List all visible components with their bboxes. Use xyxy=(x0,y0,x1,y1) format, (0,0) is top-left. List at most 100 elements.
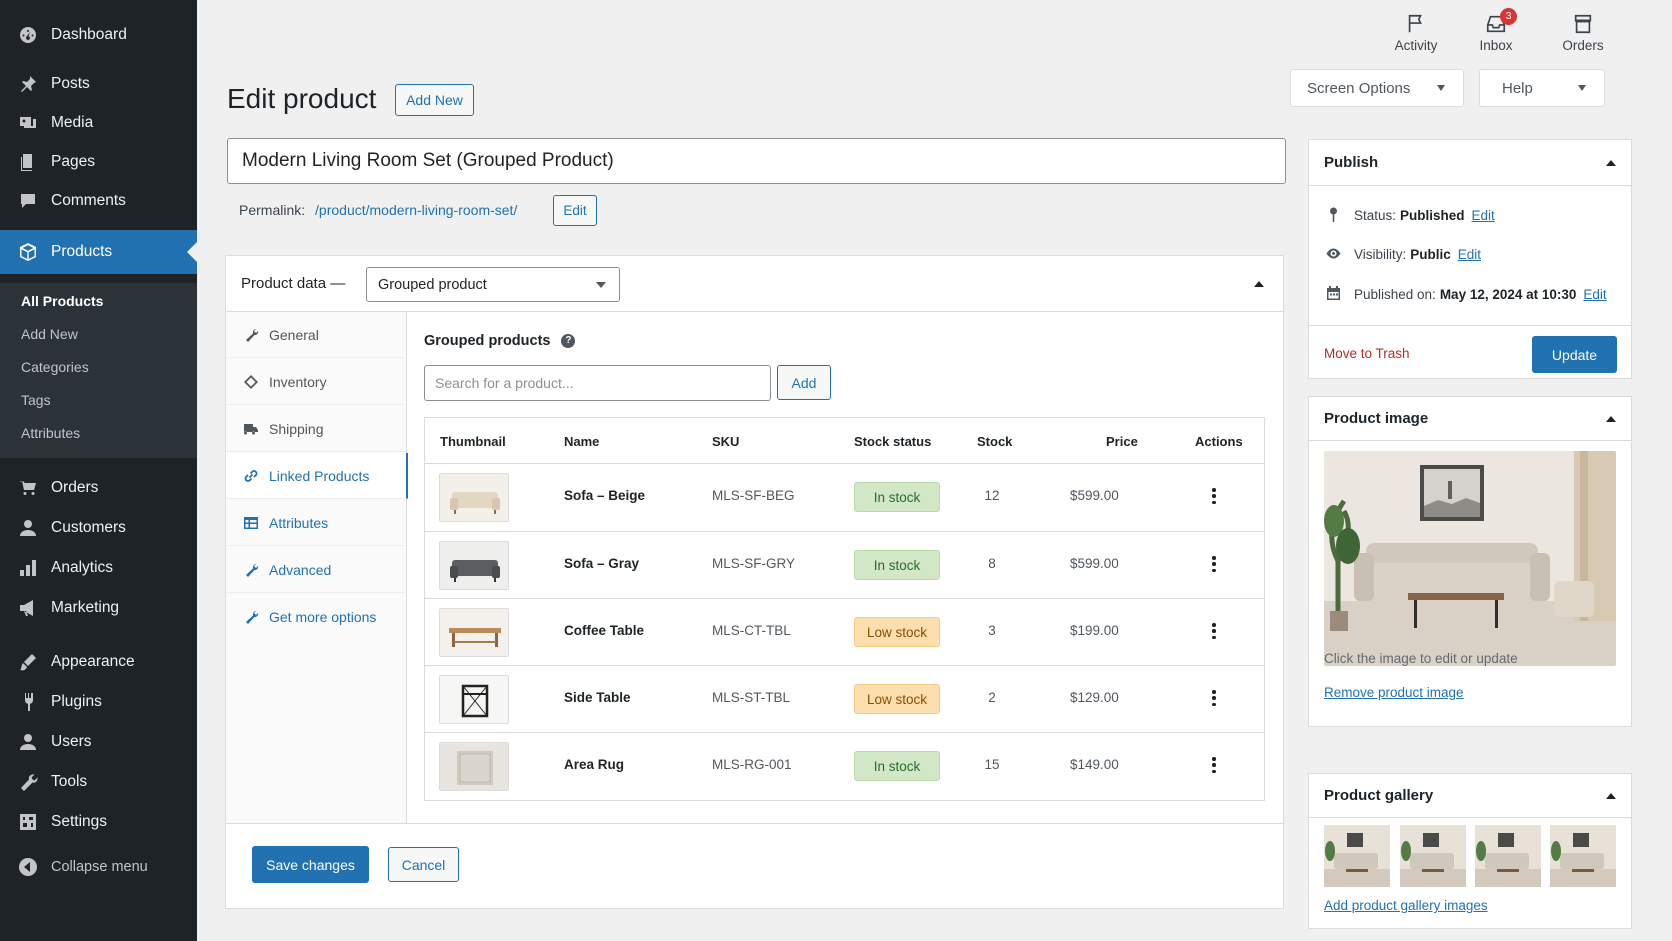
tab-general[interactable]: General xyxy=(226,312,407,358)
menu-dashboard[interactable]: Dashboard xyxy=(0,15,197,55)
tab-inventory[interactable]: Inventory xyxy=(226,359,407,405)
collapse-arrow-icon[interactable] xyxy=(1254,281,1264,287)
gallery-thumbnail[interactable] xyxy=(1475,825,1541,887)
inbox-button[interactable]: 3 Inbox xyxy=(1461,8,1531,53)
tab-advanced[interactable]: Advanced xyxy=(226,547,407,593)
menu-tools[interactable]: Tools xyxy=(0,762,197,802)
status-badge: In stock xyxy=(854,550,940,580)
product-name[interactable]: Sofa – Gray xyxy=(564,556,639,571)
table-row[interactable]: Area Rug MLS-RG-001 In stock 15 $149.00 xyxy=(425,732,1264,799)
menu-users[interactable]: Users xyxy=(0,722,197,762)
tab-attributes[interactable]: Attributes xyxy=(226,500,407,546)
product-data-header: Product data — Grouped product xyxy=(226,256,1283,312)
product-name[interactable]: Sofa – Beige xyxy=(564,488,645,503)
product-name[interactable]: Side Table xyxy=(564,690,631,705)
menu-appearance[interactable]: Appearance xyxy=(0,642,197,682)
help-icon[interactable]: ? xyxy=(561,334,576,348)
cancel-button[interactable]: Cancel xyxy=(388,847,459,882)
menu-label: Pages xyxy=(51,153,95,170)
menu-label: Settings xyxy=(51,813,108,830)
published-label: Published on: xyxy=(1354,286,1436,302)
move-to-trash-link[interactable]: Move to Trash xyxy=(1324,346,1410,361)
more-actions-icon[interactable] xyxy=(1212,623,1216,640)
product-stock: 12 xyxy=(984,488,1000,503)
caret-down-icon xyxy=(1437,85,1445,91)
help-button[interactable]: Help xyxy=(1479,69,1605,107)
menu-customers[interactable]: Customers xyxy=(0,508,197,548)
add-gallery-images-link[interactable]: Add product gallery images xyxy=(1324,898,1488,913)
table-row[interactable]: Coffee Table MLS-CT-TBL Low stock 3 $199… xyxy=(425,598,1264,665)
collapse-arrow-icon[interactable] xyxy=(1606,160,1616,166)
permalink-url[interactable]: /product/modern-living-room-set/ xyxy=(315,202,517,218)
product-type-select[interactable]: Grouped product xyxy=(366,267,620,302)
publish-box: Publish Status: Published Edit Visibility:… xyxy=(1308,139,1632,379)
date-edit-link[interactable]: Edit xyxy=(1583,287,1606,302)
submenu-attributes[interactable]: Attributes xyxy=(21,425,80,441)
more-actions-icon[interactable] xyxy=(1212,556,1216,573)
activity-label: Activity xyxy=(1394,38,1438,53)
product-sku: MLS-CT-TBL xyxy=(712,623,791,638)
menu-label: Posts xyxy=(51,75,90,92)
menu-collapse[interactable]: Collapse menu xyxy=(0,847,197,887)
publish-header[interactable]: Publish xyxy=(1309,140,1631,186)
permalink-edit-button[interactable]: Edit xyxy=(553,195,597,226)
menu-posts[interactable]: Posts xyxy=(0,64,197,104)
plugin-icon xyxy=(243,609,259,625)
product-image-header[interactable]: Product image xyxy=(1309,397,1631,441)
table-row[interactable]: Side Table MLS-ST-TBL Low stock 2 $129.0… xyxy=(425,665,1264,732)
menu-media[interactable]: Media xyxy=(0,103,197,143)
add-new-button[interactable]: Add New xyxy=(395,84,474,116)
menu-pages[interactable]: Pages xyxy=(0,142,197,182)
screen-options-button[interactable]: Screen Options xyxy=(1290,69,1464,107)
menu-comments[interactable]: Comments xyxy=(0,181,197,221)
collapse-arrow-icon[interactable] xyxy=(1606,416,1616,422)
orders-top-button[interactable]: Orders xyxy=(1548,10,1618,53)
product-name[interactable]: Coffee Table xyxy=(564,623,644,638)
tab-linked-products[interactable]: Linked Products xyxy=(226,453,408,499)
product-gallery-header[interactable]: Product gallery xyxy=(1309,774,1631,818)
publish-status: Status: Published Edit xyxy=(1324,206,1495,224)
collapse-arrow-icon[interactable] xyxy=(1606,793,1616,799)
tab-label: Linked Products xyxy=(269,467,370,484)
visibility-edit-link[interactable]: Edit xyxy=(1458,247,1481,262)
link-icon xyxy=(243,468,259,484)
update-button[interactable]: Update xyxy=(1532,336,1617,373)
submenu-all-products[interactable]: All Products xyxy=(21,293,103,309)
menu-analytics[interactable]: Analytics xyxy=(0,548,197,588)
menu-label: Marketing xyxy=(51,599,120,616)
tab-shipping[interactable]: Shipping xyxy=(226,406,407,452)
media-icon xyxy=(18,113,38,133)
activity-button[interactable]: Activity xyxy=(1381,10,1451,53)
product-name[interactable]: Area Rug xyxy=(564,757,624,772)
col-stock-status: Stock status xyxy=(854,434,932,449)
submenu-tags[interactable]: Tags xyxy=(21,392,51,408)
table-row[interactable]: Sofa – Beige MLS-SF-BEG In stock 12 $599… xyxy=(425,463,1264,530)
help-label: Help xyxy=(1502,79,1533,97)
menu-plugins[interactable]: Plugins xyxy=(0,682,197,722)
more-actions-icon[interactable] xyxy=(1212,757,1216,774)
product-title-input[interactable]: Modern Living Room Set (Grouped Product) xyxy=(227,138,1286,184)
menu-label: Customers xyxy=(51,519,126,536)
submenu-categories[interactable]: Categories xyxy=(21,359,89,375)
menu-orders[interactable]: Orders xyxy=(0,468,197,508)
table-row[interactable]: Sofa – Gray MLS-SF-GRY In stock 8 $599.0… xyxy=(425,531,1264,598)
submenu-add-new[interactable]: Add New xyxy=(21,326,78,342)
add-grouped-product-button[interactable]: Add xyxy=(777,365,831,400)
gallery-thumbnail[interactable] xyxy=(1550,825,1616,887)
gallery-thumbnail[interactable] xyxy=(1324,825,1390,887)
product-image[interactable] xyxy=(1324,451,1616,666)
menu-label: Analytics xyxy=(51,559,114,576)
menu-products[interactable]: Products xyxy=(0,230,197,274)
product-search-input[interactable] xyxy=(424,365,771,401)
tab-get-more-options[interactable]: Get more options xyxy=(226,594,407,640)
more-actions-icon[interactable] xyxy=(1212,690,1216,707)
menu-settings[interactable]: Settings xyxy=(0,802,197,842)
remove-product-image-link[interactable]: Remove product image xyxy=(1324,685,1464,700)
gallery-thumbnail[interactable] xyxy=(1400,825,1466,887)
cart-icon xyxy=(18,478,38,498)
menu-marketing[interactable]: Marketing xyxy=(0,588,197,628)
product-stock: 8 xyxy=(988,556,996,571)
save-changes-button[interactable]: Save changes xyxy=(252,846,369,883)
status-edit-link[interactable]: Edit xyxy=(1472,208,1495,223)
more-actions-icon[interactable] xyxy=(1212,488,1216,505)
